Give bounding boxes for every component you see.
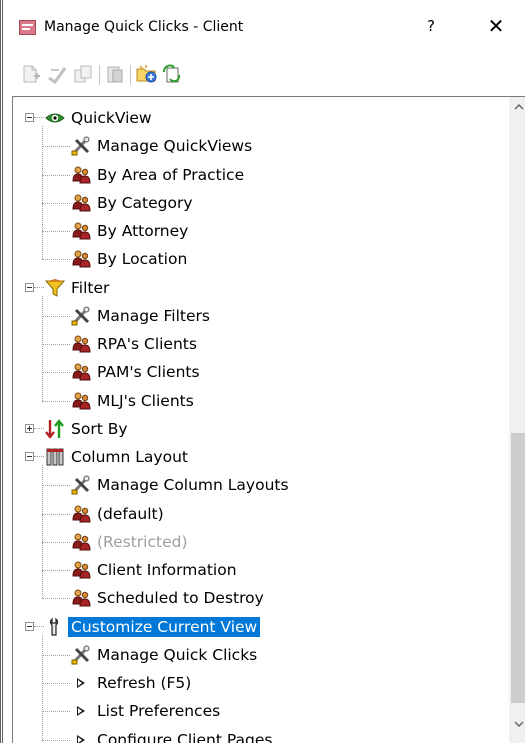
tools-icon	[71, 306, 91, 326]
people-icon	[71, 334, 91, 354]
people-icon	[71, 532, 91, 552]
tree-item-label: Scheduled to Destroy	[97, 589, 264, 608]
tree-item-label: Configure Client Pages	[97, 730, 273, 743]
collapse-icon[interactable]	[25, 452, 34, 461]
tree-item-label: Client Information	[97, 561, 237, 579]
tree-item[interactable]: By Area of Practice	[71, 161, 244, 189]
add-folder-icon[interactable]	[136, 64, 157, 84]
tree-item-label: List Preferences	[97, 702, 221, 721]
tree-item-label: (default)	[97, 504, 164, 523]
scroll-up-button[interactable]	[509, 97, 525, 117]
arrow-right-icon	[71, 701, 91, 721]
refresh-icon[interactable]	[162, 64, 182, 84]
people-icon	[71, 249, 91, 269]
tree-item[interactable]: By Location	[71, 245, 187, 273]
copy-item-icon[interactable]	[73, 64, 93, 84]
dialog-window: Manage Quick Clicks - Client ? ✕ QuickVi…	[0, 0, 525, 743]
tree-item[interactable]: PAM's Clients	[71, 358, 200, 386]
people-icon	[71, 588, 91, 608]
tree-item[interactable]: (Restricted)	[71, 528, 188, 556]
collapse-icon[interactable]	[25, 282, 34, 292]
tree-item[interactable]: Scheduled to Destroy	[71, 584, 264, 612]
tree-group[interactable]: Column Layout	[25, 443, 188, 471]
tree-item[interactable]: By Category	[71, 189, 193, 217]
tree-group[interactable]: Filter	[25, 274, 109, 302]
expand-icon[interactable]	[25, 423, 34, 433]
tree-group-label: QuickView	[71, 109, 152, 127]
tree-item[interactable]: Client Information	[71, 556, 237, 584]
wrench-icon	[45, 617, 65, 637]
tree-item-label: By Attorney	[97, 222, 189, 240]
tree-item[interactable]: Manage Filters	[71, 302, 210, 330]
scroll-down-button[interactable]	[509, 714, 525, 734]
title-bar: Manage Quick Clicks - Client ? ✕	[6, 0, 525, 58]
tree-group[interactable]: QuickView	[25, 104, 152, 132]
people-icon	[71, 221, 91, 241]
tree-group[interactable]: Customize Current View	[25, 613, 261, 641]
funnel-icon	[44, 278, 66, 298]
tools-icon	[71, 136, 91, 156]
tree-item[interactable]: List Preferences	[71, 697, 220, 725]
tree-item[interactable]: Manage QuickViews	[71, 132, 252, 160]
quick-clicks-tree[interactable]: QuickView Manage QuickViews By Area of Pra…	[12, 96, 525, 743]
tree-group-label: Customize Current View	[68, 616, 261, 637]
tree-item[interactable]: Configure Client Pages	[71, 726, 272, 743]
eye-icon	[45, 108, 65, 128]
people-icon	[71, 193, 91, 213]
app-icon	[19, 20, 36, 35]
new-item-icon[interactable]	[21, 64, 41, 84]
tree-item[interactable]: By Attorney	[71, 217, 188, 245]
tree-group-label: Column Layout	[71, 448, 188, 466]
window-title: Manage Quick Clicks - Client	[44, 19, 244, 35]
tree-item-label: Refresh (F5)	[97, 674, 192, 692]
collapse-icon[interactable]	[25, 621, 34, 631]
tree-item-label: Manage Filters	[97, 306, 210, 325]
tree-item[interactable]: Manage Quick Clicks	[71, 641, 257, 669]
arrow-right-icon	[71, 730, 91, 743]
tree-group-label: Filter	[71, 278, 110, 297]
tree-group-label: Sort By	[71, 419, 128, 438]
toolbar	[6, 58, 525, 92]
tree-item-label: PAM's Clients	[97, 363, 200, 382]
columns-icon	[45, 447, 65, 467]
delete-item-icon[interactable]	[105, 64, 125, 84]
tree-group[interactable]: Sort By	[25, 415, 128, 443]
help-button[interactable]: ?	[420, 17, 442, 35]
tree-item-label: Manage Column Layouts	[97, 476, 289, 495]
tree-item-label: RPA's Clients	[97, 335, 197, 353]
tree-item-label: By Location	[97, 250, 188, 269]
vertical-scrollbar[interactable]	[509, 97, 525, 743]
arrow-right-icon	[71, 673, 91, 693]
tree-item[interactable]: RPA's Clients	[71, 330, 197, 358]
collapse-icon[interactable]	[25, 113, 34, 122]
tree-item[interactable]: MLJ's Clients	[71, 387, 194, 415]
sort-icon	[45, 418, 65, 439]
close-button[interactable]: ✕	[481, 14, 511, 38]
tools-icon	[71, 645, 91, 665]
tools-icon	[71, 475, 91, 495]
tree-item-label: By Category	[97, 193, 193, 212]
edit-item-icon[interactable]	[47, 64, 67, 85]
people-icon	[71, 504, 91, 524]
scroll-thumb[interactable]	[511, 433, 525, 703]
tree-item-label: Manage QuickViews	[97, 137, 253, 156]
tree-item[interactable]: Manage Column Layouts	[71, 471, 289, 499]
tree-item-label: (Restricted)	[97, 532, 188, 551]
tree-item-label: MLJ's Clients	[97, 391, 194, 410]
tree-item-label: Manage Quick Clicks	[97, 645, 258, 664]
people-icon	[71, 362, 91, 382]
tree-item[interactable]: Refresh (F5)	[71, 669, 191, 697]
people-icon	[71, 391, 91, 411]
tree-item-label: By Area of Practice	[97, 165, 245, 184]
people-icon	[71, 560, 91, 580]
tree-item[interactable]: (default)	[71, 500, 164, 528]
people-icon	[71, 165, 91, 185]
